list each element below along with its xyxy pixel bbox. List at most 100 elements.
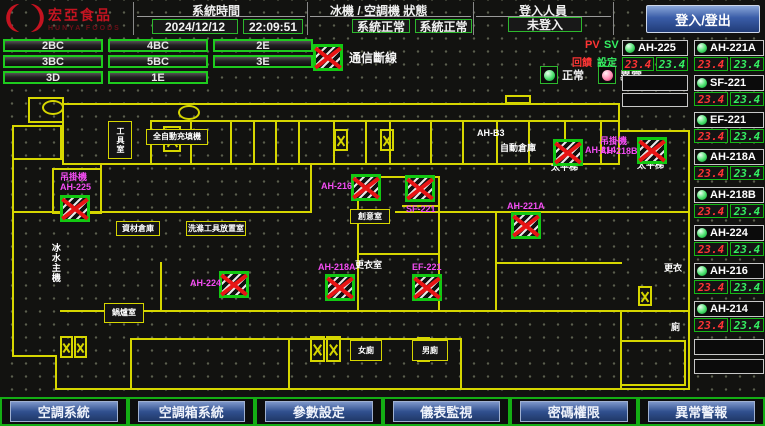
system-time-label: 系統時間 [192,2,240,19]
unit-ah-218b[interactable]: AH-218B [694,187,764,203]
pv-value: 23.4 [694,57,728,71]
marker-label-ah-221a: AH-221A [507,201,545,211]
login-logout-button[interactable]: 登入/登出 [646,5,760,33]
sv-value: 23.4 [730,242,764,256]
header-divider [133,2,134,35]
nav-cell: 儀表監視 [383,397,511,426]
sv-value: 23.4 [656,57,688,71]
marker-ah-214[interactable] [553,139,583,166]
nav-meter-monitor[interactable]: 儀表監視 [393,401,501,422]
unit-ef-221[interactable]: EF-221 [694,112,764,128]
unit-ah-224[interactable]: AH-224 [694,225,764,241]
pv-value: 23.4 [694,318,728,332]
wall-line [288,338,290,390]
header-divider [473,2,474,35]
unit-ah-214[interactable]: AH-214 [694,301,764,317]
unit-ah-218a[interactable]: AH-218A [694,149,764,165]
header-divider [307,2,308,35]
sv-value: 23.4 [730,204,764,218]
marker-sf-221[interactable] [405,175,435,202]
legend-normal-label: 正常 [562,67,584,83]
sv-value: 23.4 [730,57,764,71]
floor-selector: 2BC 4BC 2E 3BC 5BC 3E 3D 1E [3,39,313,84]
floor-button-1e[interactable]: 1E [108,71,208,84]
marker-ah-221a[interactable] [511,212,541,239]
marker-ef-221[interactable] [412,274,442,301]
floor-button-3bc[interactable]: 3BC [3,55,103,68]
floor-button-2e[interactable]: 2E [213,39,313,52]
wall-line [150,120,620,122]
pv-value: 23.4 [694,280,728,294]
marker-label-sf-221: SF-221 [406,204,436,214]
unit-ah-216[interactable]: AH-216 [694,263,764,279]
marker-label-ah-225: 吊掛機AH-225 [60,172,91,193]
floor-button-3d[interactable]: 3D [3,71,103,84]
unit-led-icon [696,151,708,163]
floor-button-4bc[interactable]: 4BC [108,39,208,52]
marker-label-ah-216: AH-216 [321,181,352,191]
led-icon [697,228,707,238]
wall-line [230,120,232,165]
wall-line [12,355,57,357]
elevator-icon [42,100,64,115]
wall-line [62,163,620,165]
floor-button-2bc[interactable]: 2BC [3,39,103,52]
nav-cell: 空調箱系統 [128,397,256,426]
stair-icon [380,129,394,151]
marker-ah-218a[interactable] [325,274,355,301]
floor-button-3e[interactable]: 3E [213,55,313,68]
room-label: 男廁 [412,340,448,361]
wall-line [496,120,498,165]
wall-line [620,130,690,132]
nav-param-settings[interactable]: 參數設定 [265,401,373,422]
wall-box [12,125,62,160]
nav-alarm[interactable]: 異常警報 [648,401,756,422]
unit-name: AH-216 [710,265,748,277]
wall-line [365,120,367,165]
unit-led-icon [696,77,708,89]
plan-text-label: AH-B3 [477,129,505,139]
led-icon [697,78,707,88]
led-icon [697,43,707,53]
sv-header: SV [604,39,619,51]
marker-label-ah-224: AH-224 [190,278,221,288]
pv-value: 23.4 [694,204,728,218]
pv-value: 23.4 [622,57,654,71]
unit-name: AH-214 [710,303,748,315]
room-label: 工具室 [108,121,132,159]
wall-line [62,103,620,105]
nav-ahu-system[interactable]: 空調箱系統 [138,401,246,422]
sv-value: 23.4 [730,129,764,143]
wall-line [460,338,462,390]
plan-text-label: 自動倉庫 [500,144,536,154]
sv-sub-header: 設定 [597,54,617,69]
unit-led-icon [696,303,708,315]
sv-value: 23.4 [730,92,764,106]
marker-ah-216[interactable] [351,174,381,201]
stair-icon [74,336,87,358]
header-divider [613,2,614,35]
floor-button-5bc[interactable]: 5BC [108,55,208,68]
unit-led-icon [696,189,708,201]
unit-ah-225[interactable]: AH-225 [622,40,688,56]
date-display: 2024/12/12 [152,19,238,34]
marker-label-ah-218b: 吊掛機AH-218B [600,136,638,157]
wall-line [495,262,622,264]
nav-cell: 密碼權限 [510,397,638,426]
nav-ac-system[interactable]: 空調系統 [10,401,118,422]
unit-name: EF-221 [710,114,746,126]
bottom-nav: 空調系統空調箱系統參數設定儀表監視密碼權限異常警報 [0,397,765,426]
marker-label-ef-221: EF-221 [412,262,442,272]
marker-ah-218b[interactable] [637,137,667,164]
empty-slot [694,339,764,355]
comm-loss-legend: 通信斷線 [313,44,397,71]
nav-password-auth[interactable]: 密碼權限 [520,401,628,422]
wall-line [462,120,464,165]
pv-sub-header: 回饋 [572,54,592,69]
wall-box [505,95,531,104]
unit-sf-221[interactable]: SF-221 [694,75,764,91]
unit-ah-221a[interactable]: AH-221A [694,40,764,56]
marker-ah-224[interactable] [219,271,249,298]
marker-ah-225[interactable] [60,195,90,222]
unit-name: AH-225 [638,42,676,54]
